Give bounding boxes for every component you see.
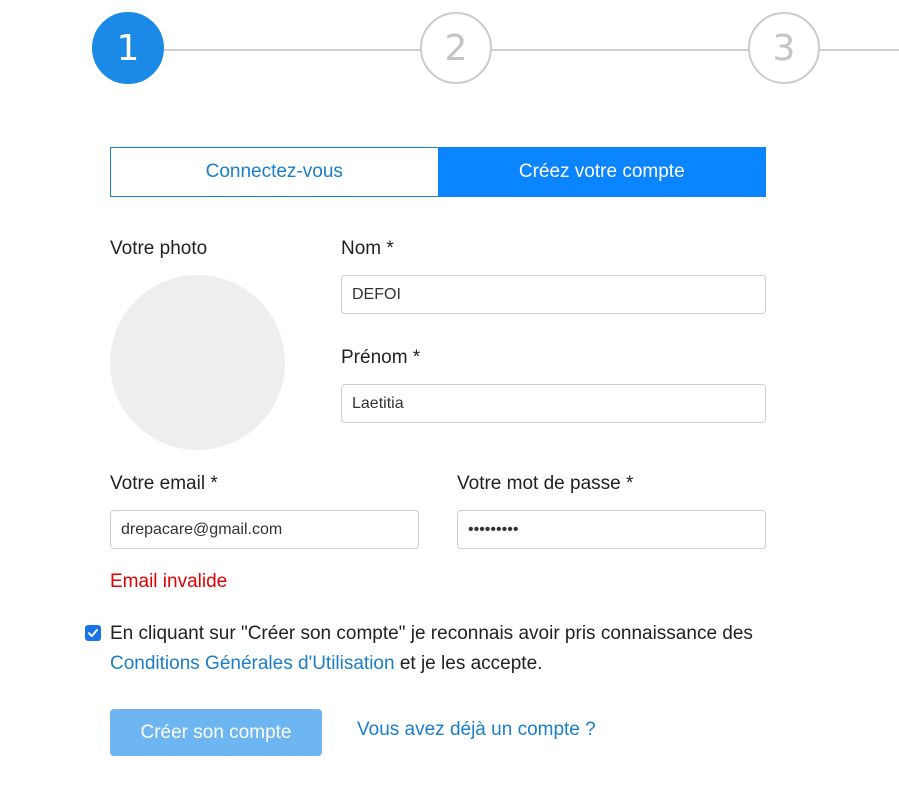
step-connector bbox=[492, 49, 748, 51]
consent-text-after: et je les accepte. bbox=[394, 653, 543, 674]
tab-signup[interactable]: Créez votre compte bbox=[437, 147, 766, 197]
checkmark-icon bbox=[88, 629, 98, 637]
step-connector bbox=[164, 49, 420, 51]
terms-link[interactable]: Conditions Générales d'Utilisation bbox=[110, 653, 395, 674]
nom-input[interactable] bbox=[341, 275, 766, 314]
prenom-input[interactable] bbox=[341, 384, 766, 423]
tab-login[interactable]: Connectez-vous bbox=[110, 147, 438, 197]
step-2: 2 bbox=[420, 12, 492, 84]
password-input[interactable] bbox=[457, 510, 766, 549]
step-3: 3 bbox=[748, 12, 820, 84]
password-label: Votre mot de passe * bbox=[457, 473, 634, 494]
step-connector bbox=[820, 49, 899, 51]
consent-text: En cliquant sur "Créer son compte" je re… bbox=[110, 619, 790, 679]
consent-checkbox[interactable] bbox=[85, 625, 101, 641]
email-input[interactable] bbox=[110, 510, 419, 549]
photo-upload[interactable] bbox=[110, 275, 285, 450]
step-2-number: 2 bbox=[444, 27, 468, 69]
step-3-number: 3 bbox=[772, 27, 796, 69]
auth-tabs: Connectez-vous Créez votre compte bbox=[110, 147, 766, 197]
email-error-message: Email invalide bbox=[110, 571, 228, 592]
email-label: Votre email * bbox=[110, 473, 218, 494]
photo-label: Votre photo bbox=[110, 238, 208, 259]
progress-stepper: 1 2 3 bbox=[0, 0, 899, 100]
step-1: 1 bbox=[92, 12, 164, 84]
step-1-number: 1 bbox=[116, 27, 140, 69]
prenom-label: Prénom * bbox=[341, 347, 421, 368]
consent-text-before: En cliquant sur "Créer son compte" je re… bbox=[110, 623, 753, 644]
create-account-button[interactable]: Créer son compte bbox=[110, 709, 322, 756]
nom-label: Nom * bbox=[341, 238, 394, 259]
have-account-link[interactable]: Vous avez déjà un compte ? bbox=[357, 719, 596, 741]
